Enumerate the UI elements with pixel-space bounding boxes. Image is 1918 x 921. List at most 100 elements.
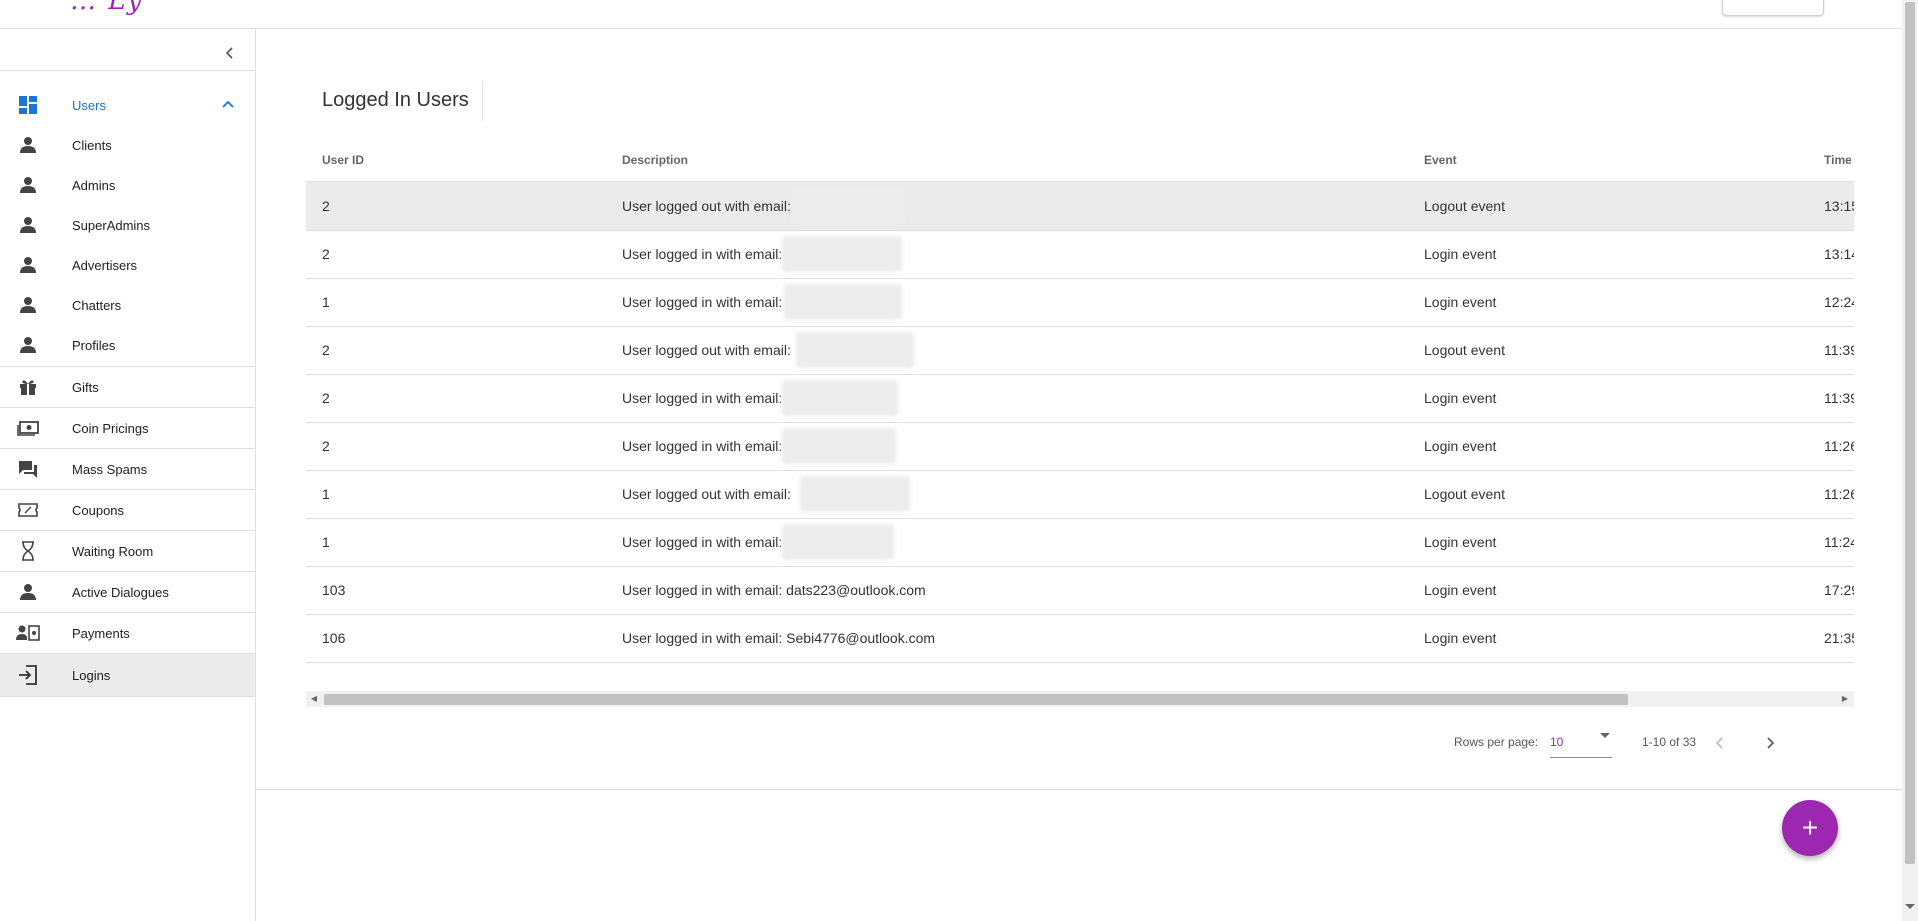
- scroll-left-icon[interactable]: ◀: [309, 694, 319, 704]
- cell-description: User logged in with email:: [622, 438, 783, 454]
- chevron-left-icon: [1715, 737, 1723, 749]
- horizontal-scrollbar[interactable]: ◀ ▶: [306, 691, 1854, 707]
- column-header-user-id[interactable]: User ID: [322, 153, 364, 167]
- sidebar-item-profiles[interactable]: Profiles: [0, 325, 255, 365]
- person-icon: [16, 580, 40, 604]
- sidebar-item-gifts[interactable]: Gifts: [0, 367, 255, 407]
- redacted-email: [800, 476, 910, 512]
- sidebar-item-active-dialogues[interactable]: Active Dialogues: [0, 572, 255, 612]
- person-icon: [16, 213, 40, 237]
- table-row[interactable]: 2 User logged in with email: Login event…: [306, 374, 1854, 423]
- redacted-email: [792, 188, 904, 224]
- cell-event: Login event: [1424, 294, 1497, 310]
- cell-event: Login event: [1424, 582, 1497, 598]
- pagination: Rows per page: 10 1-10 of 33: [1446, 723, 1846, 763]
- sidebar-item-label: Active Dialogues: [72, 584, 169, 600]
- table-row[interactable]: 106 User logged in with email: Sebi4776@…: [306, 614, 1854, 663]
- sidebar-item-superadmins[interactable]: SuperAdmins: [0, 205, 255, 245]
- sidebar-item-coupons[interactable]: Coupons: [0, 490, 255, 530]
- redacted-email: [796, 332, 914, 368]
- cell-user-id: 1: [322, 534, 330, 550]
- vertical-scrollbar[interactable]: [1902, 0, 1918, 921]
- cell-event: Login event: [1424, 246, 1497, 262]
- cell-time: 12:24: [1824, 294, 1854, 310]
- cell-event: Login event: [1424, 630, 1497, 646]
- cell-event: Login event: [1424, 390, 1497, 406]
- sidebar-item-coin-pricings[interactable]: Coin Pricings: [0, 408, 255, 448]
- top-bar-button[interactable]: [1722, 0, 1824, 16]
- column-header-description[interactable]: Description: [622, 153, 688, 167]
- person-icon: [16, 133, 40, 157]
- column-header-time[interactable]: Time: [1824, 153, 1852, 167]
- rows-per-page-label: Rows per page:: [1454, 735, 1539, 749]
- cell-user-id: 1: [322, 486, 330, 502]
- sidebar-item-advertisers[interactable]: Advertisers: [0, 245, 255, 285]
- person-icon: [16, 253, 40, 277]
- scroll-right-icon[interactable]: ▶: [1840, 694, 1850, 704]
- redacted-email: [784, 284, 902, 320]
- sidebar-item-admins[interactable]: Admins: [0, 165, 255, 205]
- scroll-down-icon[interactable]: [1905, 904, 1915, 909]
- cell-description: User logged in with email:: [622, 294, 783, 310]
- person-icon: [16, 293, 40, 317]
- divider: [0, 70, 255, 71]
- redacted-email: [782, 380, 898, 416]
- title-separator: [482, 81, 483, 121]
- page-title: Logged In Users: [322, 89, 469, 111]
- cell-event: Login event: [1424, 438, 1497, 454]
- cell-user-id: 106: [322, 630, 346, 646]
- sidebar-item-label: Coin Pricings: [72, 420, 149, 436]
- cell-time: 11:24: [1824, 534, 1854, 550]
- add-button[interactable]: +: [1782, 800, 1838, 856]
- caret-down-icon: [1600, 733, 1610, 738]
- scrollbar-thumb[interactable]: [324, 694, 1628, 705]
- table-row[interactable]: 103 User logged in with email: dats223@o…: [306, 566, 1854, 615]
- sidebar-item-label: Profiles: [72, 337, 116, 353]
- page-range: 1-10 of 33: [1642, 735, 1697, 749]
- rows-per-page-value: 10: [1550, 735, 1564, 749]
- sidebar-item-payments[interactable]: Payments: [0, 613, 255, 653]
- sidebar-item-waiting-room[interactable]: Waiting Room: [0, 531, 255, 571]
- table-row[interactable]: 2 User logged out with email: Logout eve…: [306, 326, 1854, 375]
- logins-table: User ID Description Event Time 2 User lo…: [306, 141, 1854, 701]
- cell-description: User logged in with email:: [622, 390, 783, 406]
- sidebar-item-logins[interactable]: Logins: [0, 654, 255, 696]
- app-logo[interactable]: … Ly: [70, 0, 144, 16]
- sidebar-item-label: Mass Spams: [72, 461, 148, 477]
- redacted-email: [782, 428, 896, 464]
- sidebar-item-label: Logins: [72, 667, 111, 683]
- cell-time: 17:29: [1824, 582, 1854, 598]
- chevron-up-icon[interactable]: [220, 97, 236, 113]
- next-page-button[interactable]: [1756, 729, 1784, 757]
- top-bar: … Ly: [0, 0, 1902, 29]
- sidebar-item-label: Users: [72, 97, 106, 113]
- cell-description: User logged in with email:: [622, 534, 783, 550]
- login-icon: [16, 663, 40, 687]
- cell-user-id: 2: [322, 198, 330, 214]
- scrollbar-thumb[interactable]: [1905, 2, 1915, 864]
- table-row[interactable]: 1 User logged in with email: Login event…: [306, 278, 1854, 327]
- table-row[interactable]: 2 User logged out with email: Logout eve…: [306, 182, 1854, 231]
- cell-description: User logged out with email:: [622, 342, 791, 358]
- table-row[interactable]: 2 User logged in with email: Login event…: [306, 230, 1854, 279]
- sidebar-item-users[interactable]: Users: [0, 85, 255, 125]
- previous-page-button[interactable]: [1706, 729, 1734, 757]
- sidebar-item-chatters[interactable]: Chatters: [0, 285, 255, 325]
- column-header-event[interactable]: Event: [1424, 153, 1457, 167]
- cell-time: 11:39: [1824, 390, 1854, 406]
- table-row[interactable]: 1 User logged out with email: Logout eve…: [306, 470, 1854, 519]
- cell-time: 13:15: [1824, 198, 1854, 214]
- rows-per-page-select[interactable]: 10: [1550, 729, 1612, 758]
- chevron-right-icon: [1767, 737, 1775, 749]
- sidebar-item-clients[interactable]: Clients: [0, 125, 255, 165]
- person-icon: [16, 333, 40, 357]
- sidebar-item-label: Admins: [72, 177, 116, 193]
- sidebar: Users Clients Admins SuperAdmins Adverti…: [0, 29, 256, 921]
- collapse-sidebar-button[interactable]: [218, 41, 242, 65]
- coupon-icon: [16, 498, 40, 522]
- cell-description: User logged in with email:: [622, 246, 783, 262]
- sidebar-item-mass-spams[interactable]: Mass Spams: [0, 449, 255, 489]
- table-row[interactable]: 2 User logged in with email: Login event…: [306, 422, 1854, 471]
- cell-user-id: 2: [322, 246, 330, 262]
- table-row[interactable]: 1 User logged in with email: Login event…: [306, 518, 1854, 567]
